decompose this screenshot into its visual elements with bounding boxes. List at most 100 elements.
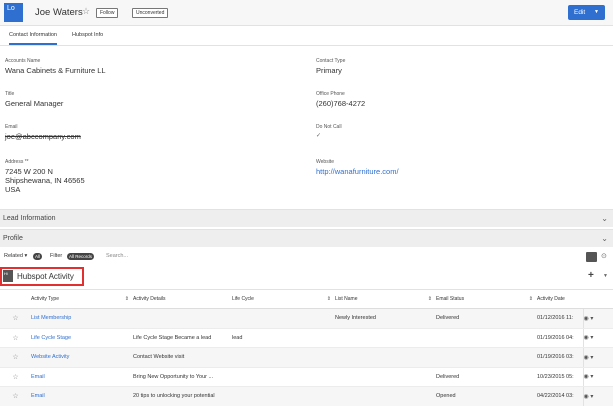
tab-hubspot-info[interactable]: Hubspot Info — [72, 32, 103, 38]
favorite-star-icon[interactable]: ☆ — [82, 6, 90, 17]
hubspot-activity-table: Activity Type ⇕ Activity Details Life Cyc… — [0, 289, 613, 406]
field-label: Email — [5, 124, 18, 130]
field-label: Website — [316, 159, 334, 165]
star-icon[interactable]: ☆ — [0, 347, 31, 368]
table-row[interactable]: ☆ Website Activity Contact Website visit… — [0, 347, 613, 368]
activity-date-cell: 04/22/2014 03: — [537, 386, 583, 406]
related-filter-bar: Related ▾ All Filter All Records Search.… — [0, 250, 613, 264]
row-actions[interactable]: ◉ ▾ — [582, 386, 613, 406]
table-row[interactable]: ☆ Life Cycle Stage Life Cycle Stage Beca… — [0, 328, 613, 348]
star-icon[interactable]: ☆ — [0, 328, 31, 348]
tab-contact-information[interactable]: Contact Information — [9, 32, 57, 45]
sort-icon[interactable]: ⇕ — [428, 296, 432, 302]
avatar: Lo — [4, 3, 23, 22]
table-row[interactable]: ☆ Email 20 tips to unlocking your potent… — [0, 386, 613, 406]
eye-icon[interactable]: ◉ — [584, 316, 589, 322]
related-dropdown[interactable]: Related ▾ — [4, 253, 27, 259]
sort-icon[interactable]: ⇕ — [529, 296, 533, 302]
list-name-cell — [335, 367, 436, 387]
list-name-cell — [335, 386, 436, 406]
eye-icon[interactable]: ◉ — [584, 355, 589, 361]
activity-details-cell: Contact Website visit — [133, 347, 232, 368]
activity-type-link[interactable]: Email — [31, 367, 133, 387]
list-name-cell: Newly Interested — [335, 308, 436, 329]
address-line-3: USA — [5, 185, 21, 194]
life-cycle-cell — [232, 308, 335, 329]
field-label: Title — [5, 91, 15, 97]
activity-type-link[interactable]: List Membership — [31, 308, 133, 329]
website-link[interactable]: http://wanafurniture.com/ — [316, 167, 399, 176]
follow-button[interactable]: Follow — [96, 8, 119, 18]
column-header-activity-type[interactable]: Activity Type ⇕ — [31, 289, 133, 309]
activity-details-cell: Life Cycle Stage Became a lead — [133, 328, 232, 348]
chevron-down-icon[interactable]: ▾ — [590, 394, 593, 400]
sort-icon[interactable]: ⇕ — [125, 296, 129, 302]
table-row[interactable]: ☆ Email Bring New Opportunity to Your ..… — [0, 367, 613, 387]
section-title: Lead Information — [3, 215, 56, 222]
chevron-down-icon[interactable]: ▾ — [590, 335, 593, 341]
edit-button[interactable]: Edit ▼ — [568, 5, 605, 20]
address-line-1: 7245 W 200 N — [5, 167, 53, 176]
star-icon[interactable]: ☆ — [0, 386, 31, 406]
row-actions[interactable]: ◉ ▾ — [582, 328, 613, 348]
activity-details-cell: Bring New Opportunity to Your ... — [133, 367, 232, 387]
section-lead-information[interactable]: Lead Information ⌄ — [0, 209, 613, 227]
eye-icon[interactable]: ◉ — [584, 394, 589, 400]
eye-icon[interactable]: ◉ — [584, 374, 589, 380]
list-view-icon[interactable] — [586, 252, 597, 262]
activity-date-cell: 01/19/2016 03: — [537, 347, 583, 368]
column-header-activity-date[interactable]: Activity Date — [537, 289, 583, 309]
row-actions[interactable]: ◉ ▾ — [582, 308, 613, 329]
column-header-activity-details[interactable]: Activity Details — [133, 289, 232, 309]
search-input[interactable]: Search... — [106, 253, 128, 259]
activity-date-cell: 01/19/2016 04: — [537, 328, 583, 348]
column-header-list-name[interactable]: List Name ⇕ — [335, 289, 436, 309]
section-title: Profile — [3, 235, 23, 242]
column-header-email-status[interactable]: Email Status ⇕ — [436, 289, 537, 309]
chevron-down-icon[interactable]: ▾ — [590, 355, 593, 361]
table-row[interactable]: ☆ List Membership Newly Interested Deliv… — [0, 308, 613, 329]
chevron-down-icon[interactable]: ⌄ — [601, 210, 608, 228]
field-value[interactable]: Wana Cabinets & Furniture LL — [5, 66, 106, 75]
field-value[interactable]: General Manager — [5, 99, 63, 108]
email-status-cell: Delivered — [436, 367, 537, 387]
field-address: Address ** 7245 W 200 N Shipshewana, IN … — [5, 159, 85, 194]
activity-type-link[interactable]: Website Activity — [31, 347, 133, 368]
chevron-down-icon[interactable]: ▾ — [590, 374, 593, 380]
field-accounts-name: Accounts Name Wana Cabinets & Furniture … — [5, 58, 106, 75]
record-tabs: Contact Information Hubspot Info — [0, 27, 613, 46]
record-header: Lo Joe Waters ☆ Follow Unconverted Edit … — [0, 0, 613, 26]
field-website: Website http://wanafurniture.com/ — [316, 159, 399, 176]
life-cycle-cell — [232, 347, 335, 368]
chevron-down-icon[interactable]: ▼ — [603, 273, 608, 279]
field-office-phone: Office Phone (260)768-4272 — [316, 91, 365, 108]
column-header-actions — [583, 289, 613, 309]
subpanel-title: Hubspot Activity — [17, 272, 74, 281]
chevron-down-icon[interactable]: ▼ — [594, 5, 599, 20]
checkbox-icon[interactable]: ✓ — [316, 132, 342, 139]
eye-icon[interactable]: ◉ — [584, 335, 589, 341]
section-profile[interactable]: Profile ⌄ — [0, 229, 613, 247]
row-actions[interactable]: ◉ ▾ — [582, 347, 613, 368]
all-records-pill[interactable]: All Records — [67, 253, 95, 260]
column-header-blank — [0, 289, 31, 309]
field-value[interactable]: Primary — [316, 66, 345, 75]
star-icon[interactable]: ☆ — [0, 367, 31, 387]
add-icon[interactable]: + — [588, 270, 594, 281]
column-header-life-cycle[interactable]: Life Cycle ⇕ — [232, 289, 335, 309]
all-modules-pill[interactable]: All — [33, 253, 43, 260]
email-value[interactable]: joe@abccompany.com — [5, 132, 81, 141]
sort-icon[interactable]: ⇕ — [327, 296, 331, 302]
activity-type-link[interactable]: Life Cycle Stage — [31, 328, 133, 348]
star-icon[interactable]: ☆ — [0, 308, 31, 329]
chevron-down-icon[interactable]: ⌄ — [601, 230, 608, 248]
life-cycle-cell — [232, 386, 335, 406]
subpanel-header-highlight[interactable]: Hi Hubspot Activity — [0, 267, 84, 286]
field-contact-type: Contact Type Primary — [316, 58, 345, 75]
email-status-cell: Opened — [436, 386, 537, 406]
row-actions[interactable]: ◉ ▾ — [582, 367, 613, 387]
chevron-down-icon[interactable]: ▾ — [590, 316, 593, 322]
activity-type-link[interactable]: Email — [31, 386, 133, 406]
field-value[interactable]: (260)768-4272 — [316, 99, 365, 108]
clock-icon[interactable]: ⊙ — [601, 252, 607, 260]
